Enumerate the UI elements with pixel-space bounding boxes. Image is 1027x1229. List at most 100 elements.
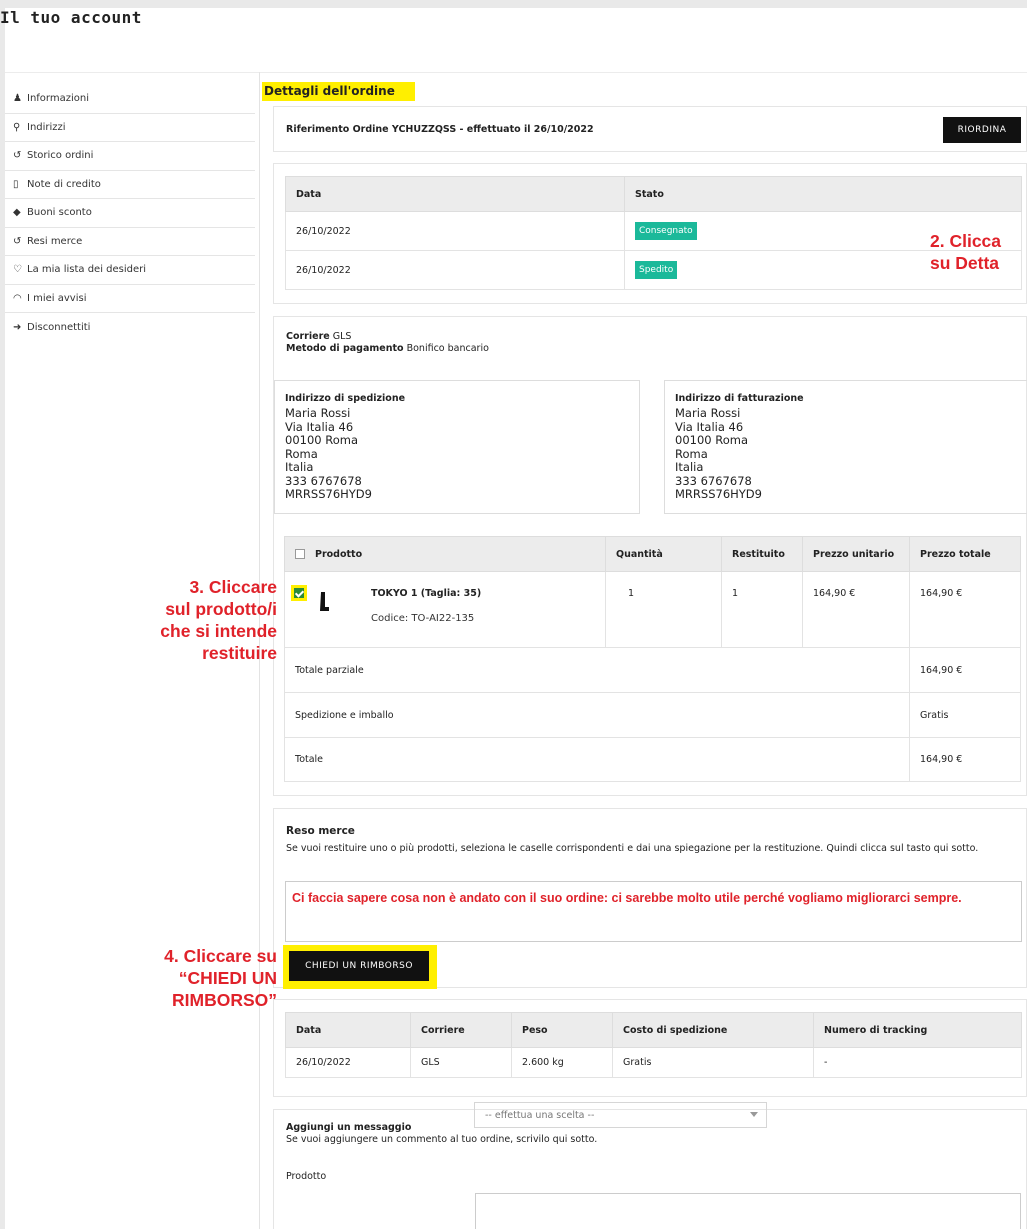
- table-row: 26/10/2022 Spedito: [285, 250, 1022, 290]
- annotation-step3: 3. Cliccare sul prodotto/i che si intend…: [100, 576, 277, 664]
- product-name: TOKYO 1 (Taglia: 35): [371, 588, 482, 599]
- sidebar-item-indirizzi[interactable]: ⚲ Indirizzi: [5, 114, 255, 142]
- product-returned: 1: [721, 571, 803, 648]
- return-description: Se vuoi restituire uno o più prodotti, s…: [286, 843, 979, 854]
- status-date: 26/10/2022: [285, 211, 625, 251]
- billing-address-title: Indirizzo di fatturazione: [675, 393, 804, 404]
- address-line: Via Italia 46: [675, 419, 744, 434]
- annotation-step4: 4. Cliccare su “CHIEDI UN RIMBORSO”: [100, 945, 277, 1011]
- annotation-line: 2. Clicca: [930, 231, 1002, 251]
- address-line: 00100 Roma: [285, 433, 358, 447]
- table-header: Quantità: [605, 536, 722, 572]
- logout-icon: ➜: [13, 321, 22, 333]
- shipment-table: Data Corriere Peso Costo di spedizione N…: [285, 1012, 1022, 1078]
- product-total-price: 164,90 €: [909, 571, 1021, 648]
- bell-icon: ◠: [13, 292, 22, 304]
- sidebar: ♟ Informazioni ⚲ Indirizzi ↺ Storico ordini…: [5, 85, 255, 342]
- product-thumbnail: [317, 590, 331, 614]
- page-title: Il tuo account: [0, 8, 142, 27]
- message-product-label: Prodotto: [286, 1171, 327, 1182]
- message-description: Se vuoi aggiungere un commento al tuo or…: [286, 1134, 598, 1145]
- product-cell: TOKYO 1 (Taglia: 35) Codice: TO-AI22-135: [284, 571, 606, 648]
- billing-address-box: Indirizzo di fatturazione Maria Rossi Vi…: [664, 380, 1027, 514]
- shipment-weight: 2.600 kg: [511, 1047, 613, 1078]
- order-status-table: Data Stato 26/10/2022 Consegnato 26/10/2…: [285, 176, 1022, 290]
- address-line: 333 6767678: [675, 473, 752, 488]
- return-box: Reso merce Se vuoi restituire uno o più …: [273, 808, 1027, 989]
- sidebar-item-label: Indirizzi: [27, 121, 66, 133]
- annotation-line: restituire: [202, 643, 277, 663]
- order-reference-box: Riferimento Ordine YCHUZZQSS - effettuat…: [273, 106, 1027, 152]
- address-line: Via Italia 46: [285, 419, 354, 434]
- reorder-button[interactable]: RIORDINA: [943, 117, 1021, 143]
- heart-icon: ♡: [13, 264, 22, 276]
- table-header: Peso: [511, 1012, 613, 1048]
- annotation-line: su Detta: [930, 253, 1000, 273]
- address-line: Maria Rossi: [285, 406, 351, 420]
- map-pin-icon: ⚲: [13, 121, 21, 133]
- address-line: Italia: [675, 460, 704, 474]
- message-textarea[interactable]: [475, 1193, 1021, 1229]
- product-checkbox[interactable]: [294, 588, 304, 598]
- sidebar-item-informazioni[interactable]: ♟ Informazioni: [5, 85, 255, 114]
- user-icon: ♟: [13, 93, 22, 105]
- return-reason-text: Ci faccia sapere cosa non è andato con i…: [292, 891, 962, 905]
- status-badge: Spedito: [635, 261, 678, 279]
- product-select[interactable]: -- effettua una scelta --: [474, 1102, 767, 1128]
- subtotal-value: 164,90 €: [909, 647, 1021, 693]
- select-all-checkbox[interactable]: [295, 549, 305, 559]
- shipment-carrier: GLS: [410, 1047, 512, 1078]
- divider: [5, 72, 1027, 73]
- address-line: 333 6767678: [285, 473, 362, 488]
- sidebar-item-label: Buoni sconto: [27, 207, 92, 219]
- table-header: Costo di spedizione: [612, 1012, 814, 1048]
- shipment-date: 26/10/2022: [285, 1047, 411, 1078]
- address-line: MRRSS76HYD9: [675, 487, 762, 501]
- sidebar-item-miei-avvisi[interactable]: ◠ I miei avvisi: [5, 285, 255, 313]
- annotation-line: sul prodotto/i: [165, 599, 277, 619]
- table-header: Stato: [624, 176, 1022, 212]
- table-header: Numero di tracking: [813, 1012, 1022, 1048]
- sidebar-item-resi-merce[interactable]: ↺ Resi merce: [5, 228, 255, 256]
- carrier-label: Corriere: [286, 331, 330, 342]
- subtotal-label: Totale parziale: [284, 647, 910, 693]
- table-header: Restituito: [721, 536, 803, 572]
- subtotal-row: Totale parziale 164,90 €: [284, 647, 1021, 693]
- shipment-tracking: -: [813, 1047, 1022, 1078]
- sidebar-item-label: Note di credito: [27, 178, 101, 190]
- address-line: 00100 Roma: [675, 433, 748, 447]
- history-icon: ↺: [13, 150, 22, 162]
- table-header: Data: [285, 1012, 411, 1048]
- shipping-value: Gratis: [909, 692, 1021, 738]
- carrier-info: Corriere GLS Metodo di pagamento Bonific…: [286, 331, 489, 355]
- annotation-line: 3. Cliccare: [189, 577, 277, 597]
- sidebar-item-label: Resi merce: [27, 235, 83, 247]
- sidebar-item-lista-desideri[interactable]: ♡ La mia lista dei desideri: [5, 256, 255, 285]
- product-unit-price: 164,90 €: [802, 571, 910, 648]
- shipment-box: Data Corriere Peso Costo di spedizione N…: [273, 999, 1027, 1097]
- return-reason-textarea[interactable]: Ci faccia sapere cosa non è andato con i…: [285, 881, 1022, 942]
- sidebar-item-storico-ordini[interactable]: ↺ Storico ordini: [5, 142, 255, 171]
- table-header: Corriere: [410, 1012, 512, 1048]
- table-row: 26/10/2022 Consegnato: [285, 211, 1022, 251]
- select-placeholder: -- effettua una scelta --: [485, 1109, 595, 1121]
- total-row: Totale 164,90 €: [284, 737, 1021, 782]
- shipping-label: Spedizione e imballo: [284, 692, 910, 738]
- request-refund-button[interactable]: CHIEDI UN RIMBORSO: [289, 951, 429, 981]
- product-quantity: 1: [605, 571, 722, 648]
- total-label: Totale: [284, 737, 910, 782]
- payment-label: Metodo di pagamento: [286, 343, 404, 354]
- shipment-cost: Gratis: [612, 1047, 814, 1078]
- sidebar-item-buoni-sconto[interactable]: ◆ Buoni sconto: [5, 199, 255, 228]
- table-header: Prodotto: [284, 536, 606, 572]
- annotation-line: che si intende: [160, 621, 277, 641]
- sidebar-item-note-di-credito[interactable]: ▯ Note di credito: [5, 171, 255, 199]
- sidebar-item-disconnettiti[interactable]: ➜ Disconnettiti: [5, 313, 255, 342]
- products-table: Prodotto Quantità Restituito Prezzo unit…: [284, 536, 1021, 782]
- order-reference: Riferimento Ordine YCHUZZQSS - effettuat…: [286, 124, 594, 135]
- payment-value: Bonifico bancario: [406, 343, 489, 354]
- address-line: Maria Rossi: [675, 406, 741, 420]
- sidebar-item-label: Storico ordini: [27, 150, 94, 162]
- order-details-title: Dettagli dell'ordine: [262, 82, 415, 101]
- sidebar-item-label: I miei avvisi: [27, 292, 87, 304]
